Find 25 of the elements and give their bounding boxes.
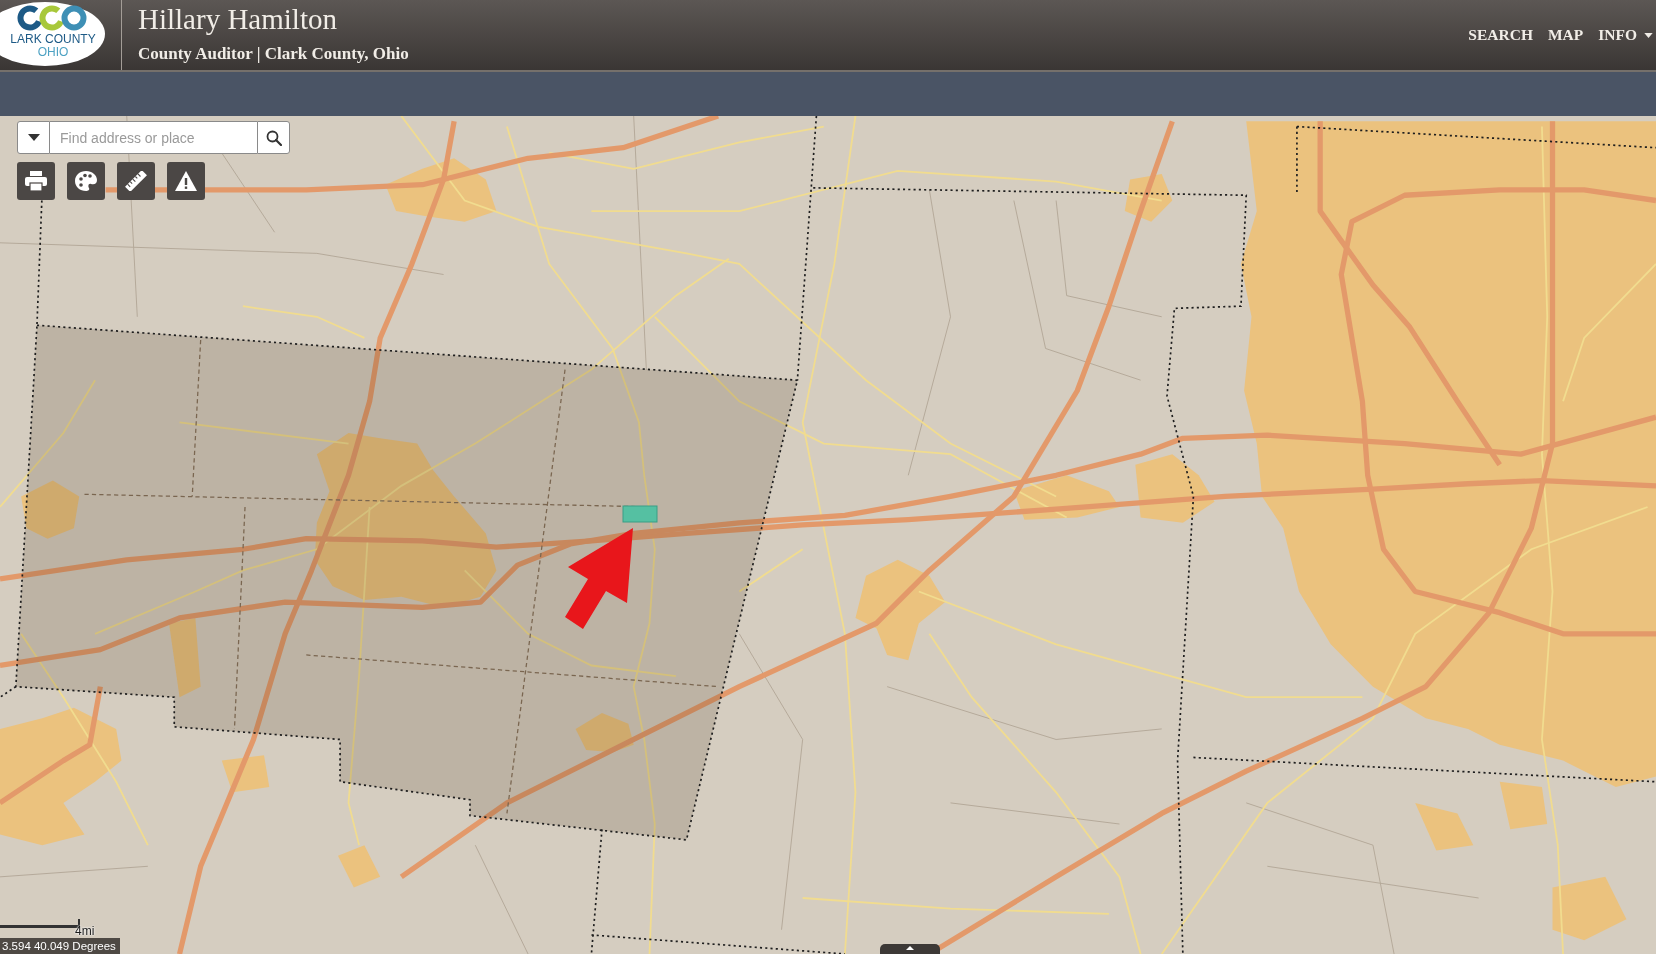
logo-text: LARK COUNTY — [10, 33, 96, 46]
caret-down-icon — [27, 134, 40, 141]
caret-up-icon — [906, 946, 914, 950]
palette-icon — [75, 171, 97, 191]
panel-toggle-button[interactable] — [880, 944, 940, 954]
scale-label: 4mi — [75, 924, 95, 938]
search-icon — [265, 129, 282, 146]
search-field[interactable]: Find address or place — [50, 121, 257, 154]
caret-down-icon — [1644, 32, 1653, 38]
nav-link[interactable]: INFO — [1598, 26, 1653, 44]
logo-rings-icon — [17, 5, 87, 31]
warning-tool-button[interactable] — [167, 162, 205, 200]
ruler-tool-button[interactable] — [117, 162, 155, 200]
coordinates-readout: 3.594 40.049 Degrees — [0, 938, 120, 954]
palette-tool-button[interactable] — [67, 162, 105, 200]
logo-text: OHIO — [37, 46, 69, 58]
page-title: Hillary Hamilton — [138, 2, 337, 36]
nav-link[interactable]: MAP — [1547, 26, 1584, 44]
nav-link[interactable]: SEARCH — [1468, 26, 1533, 44]
print-tool-button[interactable] — [17, 162, 55, 200]
search-button[interactable] — [257, 121, 290, 154]
page-subtitle: County Auditor | Clark County, Ohio — [138, 44, 409, 64]
printer-icon — [25, 171, 47, 191]
search-mode-dropdown[interactable] — [17, 121, 50, 154]
warning-icon — [175, 171, 197, 191]
